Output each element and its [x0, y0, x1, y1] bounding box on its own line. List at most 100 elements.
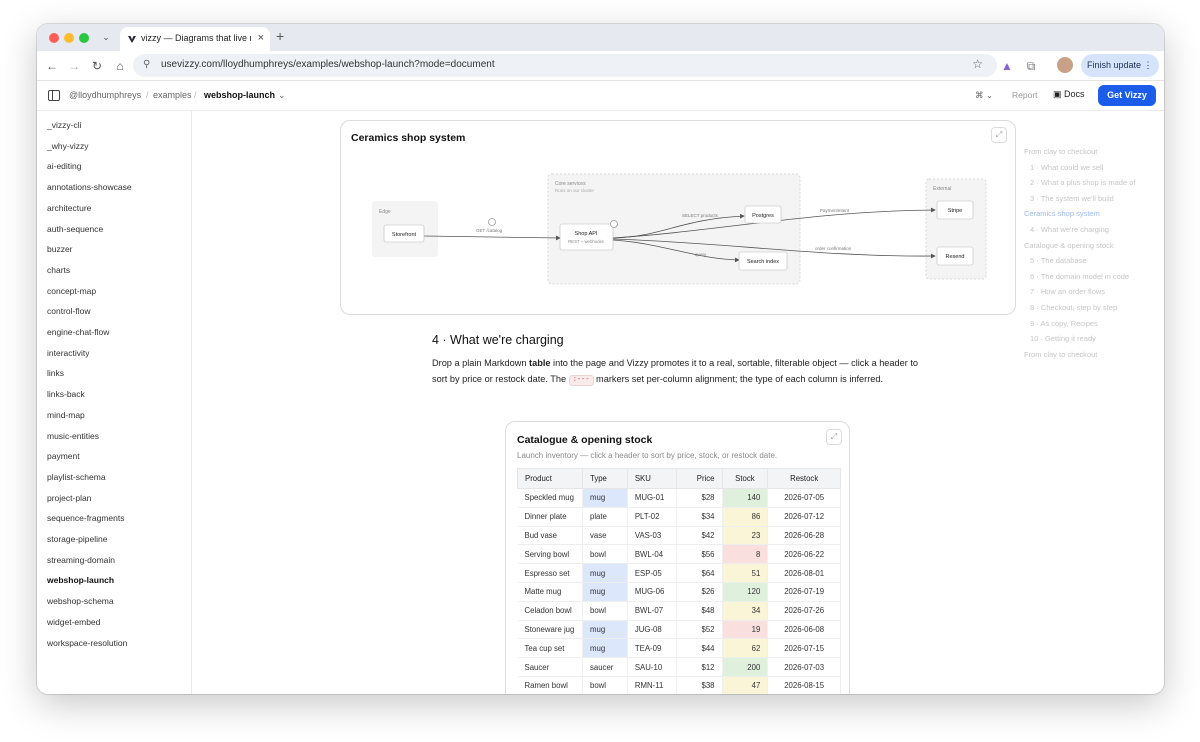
sidebar-item-links-back[interactable]: links-back	[47, 389, 85, 399]
sidebar-item-control-flow[interactable]: control-flow	[47, 306, 90, 316]
table-row[interactable]: Tea cup set mug TEA-09 $44 62 2026-07-15	[517, 638, 841, 659]
table-row[interactable]: Ramen bowl bowl RMN-11 $38 47 2026-08-15	[517, 676, 841, 694]
zoom-window-button[interactable]	[79, 33, 89, 43]
sidebar-item-webshop-schema[interactable]: webshop-schema	[47, 596, 114, 606]
toc-item[interactable]: Ceramics shop system	[1024, 209, 1100, 218]
address-bar[interactable]: ⚲ usevizzy.com/lloydhumphreys/examples/w…	[133, 54, 997, 77]
forward-icon[interactable]: →	[64, 56, 84, 76]
close-window-button[interactable]	[49, 33, 59, 43]
toc-item[interactable]: 5 · The database	[1030, 256, 1087, 265]
node-info-icon[interactable]	[610, 220, 618, 228]
minimize-window-button[interactable]	[64, 33, 74, 43]
sidebar-item-auth-sequence[interactable]: auth-sequence	[47, 224, 103, 234]
sidebar-item-vizzy-cli[interactable]: _vizzy-cli	[47, 120, 81, 130]
cell-type: saucer	[582, 657, 628, 677]
table-row[interactable]: Speckled mug mug MUG-01 $28 140 2026-07-05	[517, 488, 841, 508]
table-row[interactable]: Stoneware jug mug JUG-08 $52 19 2026-06-08	[517, 620, 841, 640]
doc-switcher-chevron-icon[interactable]: ⌄	[278, 90, 286, 101]
finish-update-button[interactable]: Finish update ⋮	[1081, 54, 1159, 77]
sidebar-item-project-plan[interactable]: project-plan	[47, 493, 91, 503]
toc-item[interactable]: 9 · As copy, Recipes	[1030, 319, 1098, 328]
toggle-sidebar-icon[interactable]	[48, 90, 60, 101]
column-header-restock[interactable]: Restock	[767, 468, 841, 489]
toc-item[interactable]: 7 · How an order flows	[1030, 287, 1105, 296]
report-button[interactable]: Report	[1012, 90, 1038, 100]
browser-window: ⌄ vizzy — Diagrams that live next to you…	[37, 24, 1164, 694]
sidebar-item-engine-chat-flow[interactable]: engine-chat-flow	[47, 327, 109, 337]
toc-item[interactable]: 4 · What we're charging	[1030, 225, 1109, 234]
bookmark-star-icon[interactable]: ☆	[972, 57, 983, 71]
toc-item[interactable]: 1 · What could we sell	[1030, 163, 1103, 172]
extensions-puzzle-icon[interactable]: ⧉	[1021, 56, 1041, 76]
back-icon[interactable]: ←	[42, 56, 62, 76]
site-info-icon[interactable]: ⚲	[143, 59, 150, 70]
sidebar-item-widget-embed[interactable]: widget-embed	[47, 617, 100, 627]
sidebar-item-buzzer[interactable]: buzzer	[47, 244, 73, 254]
sidebar-item-streaming-domain[interactable]: streaming-domain	[47, 555, 115, 565]
tab-search-icon[interactable]: ⌄	[97, 28, 115, 46]
cell-price: $28	[676, 488, 723, 508]
sidebar-item-concept-map[interactable]: concept-map	[47, 286, 96, 296]
column-header-price[interactable]: Price	[675, 468, 723, 489]
toc-item[interactable]: From clay to checkout	[1024, 147, 1097, 156]
extension-icon[interactable]: ▲	[997, 56, 1017, 76]
cell-sku: TEA-09	[627, 638, 677, 659]
view-mode-icon[interactable]: ⌘ ⌄	[975, 90, 993, 101]
sidebar-item-annotations-showcase[interactable]: annotations-showcase	[47, 182, 132, 192]
edge-label-get-catalog: GET /catalog	[476, 228, 503, 233]
toc-item[interactable]: 2 · What a plus shop is made of	[1030, 178, 1135, 187]
breadcrumb-owner[interactable]: @lloydhumphreys	[69, 90, 141, 100]
new-tab-icon[interactable]: +	[276, 28, 284, 44]
toc-item[interactable]: 10 · Getting it ready	[1030, 334, 1096, 343]
profile-avatar[interactable]	[1057, 57, 1073, 73]
close-tab-icon[interactable]: ×	[258, 32, 264, 44]
sidebar-item-music-entities[interactable]: music-entities	[47, 431, 99, 441]
breadcrumb-current[interactable]: webshop-launch	[204, 90, 275, 100]
sidebar-item-interactivity[interactable]: interactivity	[47, 348, 90, 358]
column-header-type[interactable]: Type	[581, 468, 628, 489]
sidebar-item-architecture[interactable]: architecture	[47, 203, 91, 213]
column-header-product[interactable]: Product	[517, 468, 583, 489]
cell-stock: 34	[722, 601, 769, 621]
get-vizzy-button[interactable]: Get Vizzy	[1098, 85, 1156, 106]
sidebar-item-mind-map[interactable]: mind-map	[47, 410, 85, 420]
table-row[interactable]: Serving bowl bowl BWL-04 $56 8 2026-06-22	[517, 544, 841, 565]
table-row[interactable]: Espresso set mug ESP-05 $64 51 2026-08-01	[517, 563, 841, 583]
sidebar-item-charts[interactable]: charts	[47, 265, 70, 275]
sidebar-item-payment[interactable]: payment	[47, 451, 80, 461]
sidebar-item-storage-pipeline[interactable]: storage-pipeline	[47, 534, 107, 544]
toc-item[interactable]: 6 · The domain model in code	[1030, 272, 1129, 281]
sidebar-item-webshop-launch[interactable]: webshop-launch	[47, 575, 114, 585]
edge-info-icon[interactable]	[488, 218, 496, 226]
table-row[interactable]: Celadon bowl bowl BWL-07 $48 34 2026-07-26	[517, 601, 841, 621]
toc-item[interactable]: 3 · The system we'll build	[1030, 194, 1114, 203]
sidebar-item-ai-editing[interactable]: ai-editing	[47, 161, 82, 171]
sidebar-item-links[interactable]: links	[47, 368, 64, 378]
toc-item[interactable]: From clay to checkout	[1024, 350, 1097, 359]
table-row[interactable]: Dinner plate plate PLT-02 $34 86 2026-07-12	[517, 507, 841, 527]
url-text[interactable]: usevizzy.com/lloydhumphreys/examples/web…	[161, 59, 495, 70]
docs-button[interactable]: ▣ Docs	[1053, 89, 1085, 100]
expand-table-icon[interactable]: ⤢	[826, 429, 842, 445]
cell-product: Matte mug	[517, 582, 583, 602]
column-header-stock[interactable]: Stock	[721, 468, 769, 489]
column-header-sku[interactable]: SKU	[626, 468, 677, 489]
tab-active[interactable]: vizzy — Diagrams that live next to your …	[120, 27, 270, 51]
sidebar-item-playlist-schema[interactable]: playlist-schema	[47, 472, 106, 482]
sidebar-item-why-vizzy[interactable]: _why-vizzy	[47, 141, 89, 151]
node-shop-api[interactable]	[559, 223, 614, 251]
cell-sku: MUG-06	[627, 582, 677, 602]
table-row[interactable]: Saucer saucer SAU-10 $12 200 2026-07-03	[517, 657, 841, 677]
toc-item[interactable]: Catalogue & opening stock	[1024, 241, 1114, 250]
sidebar-item-workspace-resolution[interactable]: workspace-resolution	[47, 638, 127, 648]
cell-stock: 19	[722, 620, 769, 640]
home-icon[interactable]: ⌂	[110, 56, 130, 76]
architecture-diagram[interactable]: Edge Core services Runs on our cluster E…	[341, 121, 1017, 316]
toc-item[interactable]: 8 · Checkout, step by step	[1030, 303, 1117, 312]
sidebar-item-sequence-fragments[interactable]: sequence-fragments	[47, 513, 125, 523]
breadcrumb-folder[interactable]: examples	[153, 90, 192, 100]
alignment-code-chip: :---	[568, 374, 594, 386]
table-row[interactable]: Bud vase vase VAS-03 $42 23 2026-06-28	[517, 526, 841, 546]
table-row[interactable]: Matte mug mug MUG-06 $26 120 2026-07-19	[517, 582, 841, 602]
reload-icon[interactable]: ↻	[87, 56, 107, 76]
